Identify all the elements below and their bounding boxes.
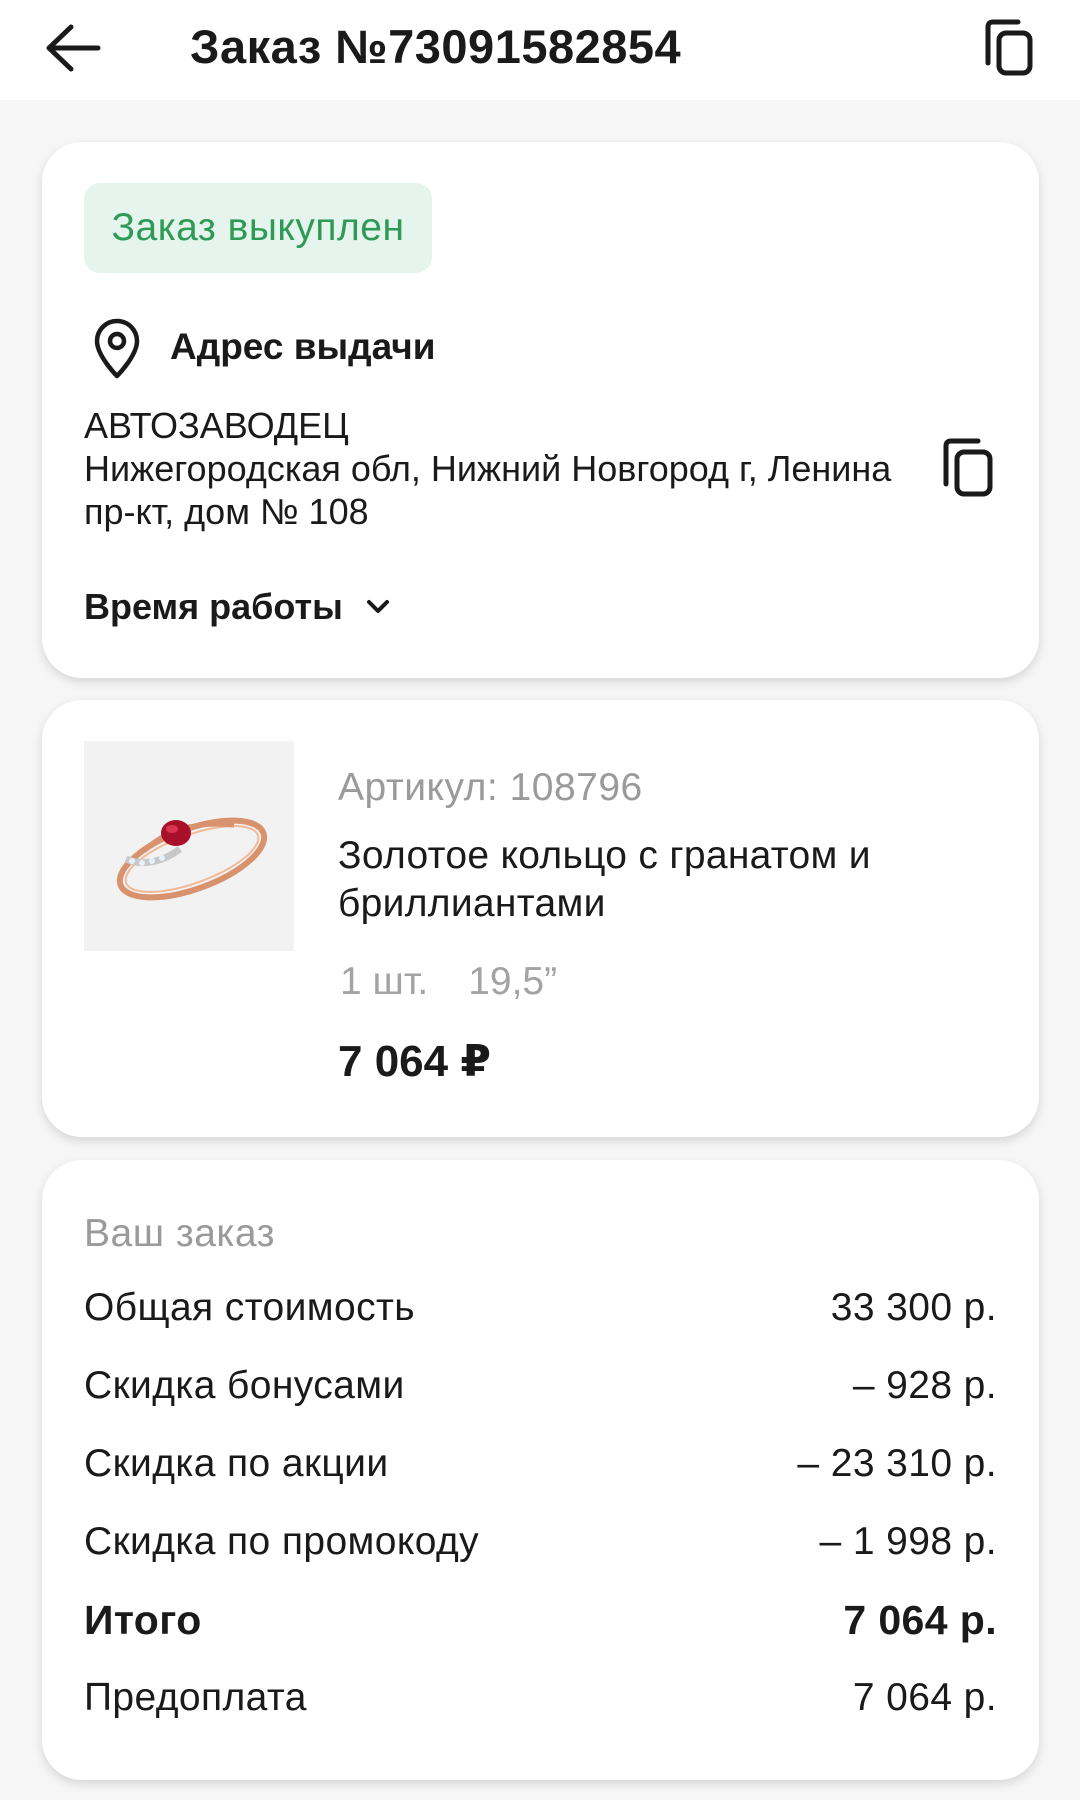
summary-heading: Ваш заказ <box>84 1212 275 1255</box>
pickup-point-name: АВТОЗАВОДЕЦ <box>84 405 349 446</box>
summary-row-grand-total: Итого 7 064 р. <box>84 1592 997 1648</box>
summary-value: – 1 998 р. <box>819 1520 997 1563</box>
back-button[interactable] <box>38 14 106 82</box>
summary-label: Скидка по акции <box>84 1442 389 1485</box>
product-price: 7 064 ₽ <box>338 1037 491 1086</box>
status-badge: Заказ выкуплен <box>84 183 432 273</box>
pickup-address-line: Нижегородская обл, Нижний Новгород г, Ле… <box>84 448 892 489</box>
summary-label: Скидка по промокоду <box>84 1520 480 1563</box>
summary-label: Предоплата <box>84 1676 307 1719</box>
summary-value: 7 064 р. <box>843 1596 997 1643</box>
pickup-address-line: пр-кт, дом № 108 <box>84 491 369 532</box>
copy-order-number-button[interactable] <box>978 14 1040 82</box>
summary-row-prepayment: Предоплата 7 064 р. <box>84 1670 997 1726</box>
working-hours-toggle[interactable]: Время работы <box>84 582 391 632</box>
arrow-left-icon <box>46 24 101 72</box>
working-hours-label: Время работы <box>84 586 343 627</box>
gold-ring-garnet-image <box>116 817 268 901</box>
product-size: 19,5” <box>468 960 558 1003</box>
pickup-address: АВТОЗАВОДЕЦ Нижегородская обл, Нижний Но… <box>84 404 892 533</box>
chevron-down-icon <box>366 600 389 613</box>
product-meta: 1 шт. 19,5” <box>340 960 557 1004</box>
summary-value: 7 064 р. <box>852 1676 997 1719</box>
summary-row-promo-discount: Скидка по акции – 23 310 р. <box>84 1436 997 1492</box>
summary-row-bonus-discount: Скидка бонусами – 928 р. <box>84 1358 997 1414</box>
copy-icon <box>985 19 1033 76</box>
product-article: Артикул: 108796 <box>338 766 643 809</box>
product-card[interactable]: Артикул: 108796 Золотое кольцо с гранато… <box>42 700 1039 1137</box>
summary-label: Итого <box>84 1596 202 1643</box>
product-quantity: 1 шт. <box>340 960 429 1003</box>
pickup-card: Заказ выкуплен Адрес выдачи АВТОЗАВОДЕЦ … <box>42 142 1039 678</box>
copy-address-button[interactable] <box>940 436 996 498</box>
summary-value: – 23 310 р. <box>797 1442 997 1485</box>
summary-row-total-cost: Общая стоимость 33 300 р. <box>84 1280 997 1336</box>
product-name: Золотое кольцо с гранатом и бриллиантами <box>338 834 871 925</box>
summary-label: Общая стоимость <box>84 1286 415 1329</box>
order-summary-card: Ваш заказ Общая стоимость 33 300 р. Скид… <box>42 1160 1039 1780</box>
pickup-address-heading: Адрес выдачи <box>170 326 436 367</box>
summary-row-promocode-discount: Скидка по промокоду – 1 998 р. <box>84 1514 997 1570</box>
summary-value: – 928 р. <box>852 1364 997 1407</box>
page-title: Заказ №73091582854 <box>190 20 682 73</box>
product-image[interactable] <box>84 741 294 951</box>
top-app-bar: Заказ №73091582854 <box>0 0 1080 100</box>
map-pin-icon <box>94 318 140 379</box>
summary-label: Скидка бонусами <box>84 1364 405 1407</box>
summary-value: 33 300 р. <box>830 1286 997 1329</box>
